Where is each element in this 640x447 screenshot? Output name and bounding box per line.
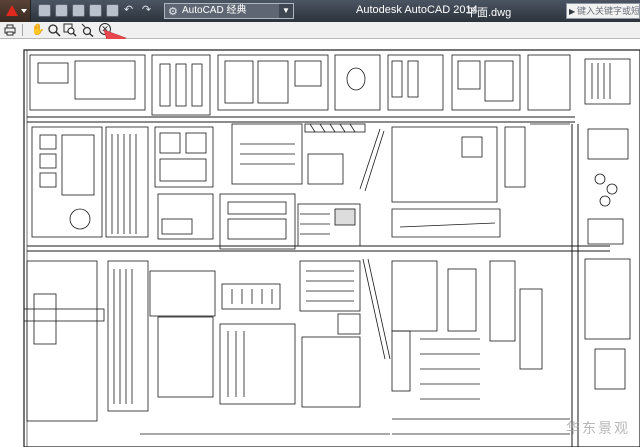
drawing-canvas[interactable] (0, 39, 640, 447)
redo-icon[interactable]: ↷ (140, 4, 153, 17)
save-as-icon[interactable] (89, 4, 102, 17)
undo-icon[interactable]: ↶ (122, 4, 135, 17)
pan-hand-icon[interactable]: ✋ (31, 23, 45, 37)
save-icon[interactable] (72, 4, 85, 17)
autocad-logo-icon (6, 5, 18, 16)
watermark-text: 华东景观 (566, 420, 630, 436)
new-icon[interactable] (38, 4, 51, 17)
file-title: 平面.dwg (466, 7, 512, 19)
app-title: Autodesk AutoCAD 2014 (356, 4, 478, 16)
print-icon[interactable] (3, 23, 17, 37)
toolbar-separator (22, 24, 23, 36)
title-bar: ↶ ↷ ⚙ AutoCAD 经典 ▼ Autodesk AutoCAD 2014… (0, 0, 640, 22)
print-icon[interactable] (106, 4, 119, 17)
site-plan-drawing (23, 49, 640, 447)
application-menu-button[interactable] (0, 0, 31, 22)
help-search-input[interactable]: ▶键入关键字或短语 (566, 3, 640, 19)
workspace-dropdown[interactable]: ⚙ AutoCAD 经典 ▼ (164, 3, 294, 19)
open-icon[interactable] (55, 4, 68, 17)
chevron-down-icon (21, 9, 27, 13)
zoom-icon[interactable] (47, 23, 61, 37)
chevron-right-icon: ▶ (569, 7, 576, 16)
chevron-down-icon: ▼ (279, 4, 293, 18)
zoom-original-icon[interactable] (80, 23, 94, 37)
help-search-placeholder: 键入关键字或短语 (577, 6, 640, 16)
workspace-selected-label: AutoCAD 经典 (182, 5, 247, 16)
zoom-window-icon[interactable] (63, 23, 77, 37)
gear-icon: ⚙ (168, 6, 178, 18)
